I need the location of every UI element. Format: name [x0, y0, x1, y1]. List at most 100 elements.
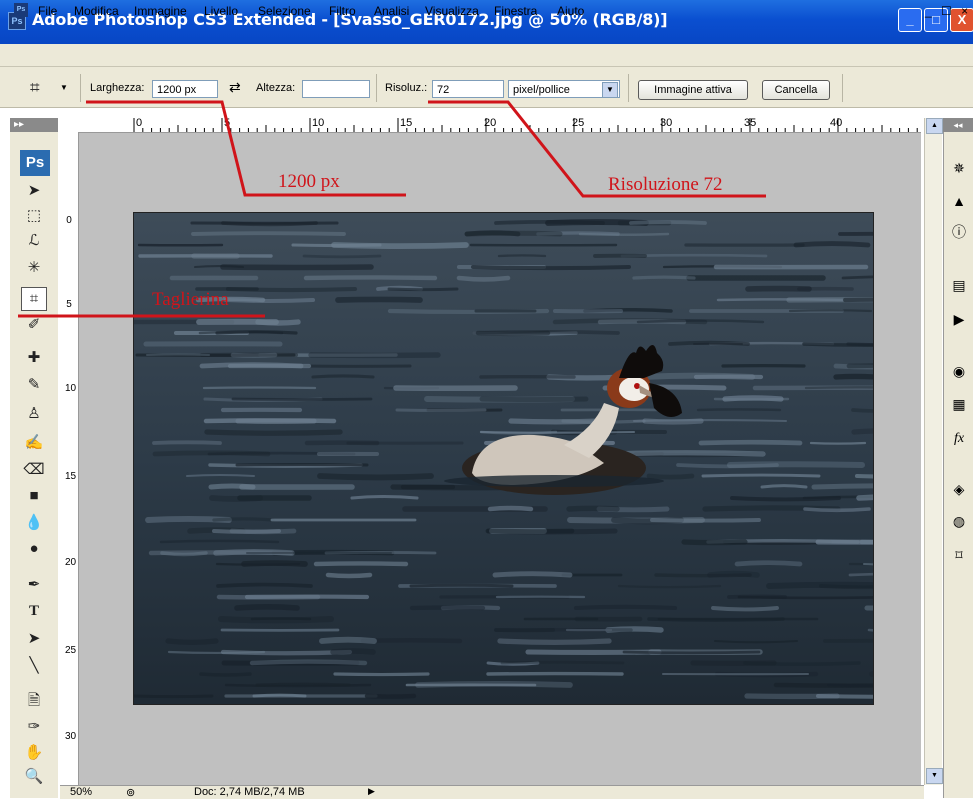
- grebe-photo[interactable]: [133, 212, 874, 705]
- water-ripple: [474, 332, 618, 333]
- water-ripple: [502, 662, 623, 663]
- water-ripple: [204, 388, 315, 389]
- resolution-unit-select[interactable]: pixel/pollice ▼: [508, 80, 620, 98]
- pen-tool-icon[interactable]: ✒: [22, 574, 46, 596]
- clear-button[interactable]: Cancella: [762, 80, 830, 100]
- height-input[interactable]: [302, 80, 370, 98]
- type-tool-icon[interactable]: T: [22, 600, 46, 622]
- water-ripple: [187, 475, 254, 476]
- actions-icon[interactable]: ▶: [948, 308, 970, 330]
- ruler-label: 25: [65, 646, 73, 655]
- scroll-down-icon[interactable]: ▼: [926, 768, 943, 784]
- water-ripple: [304, 256, 380, 257]
- notes-tool-icon[interactable]: 🗎: [22, 690, 46, 712]
- resolution-unit-value: pixel/pollice: [513, 84, 570, 96]
- menu-file[interactable]: File: [38, 4, 57, 18]
- line-tool-icon[interactable]: ╲: [22, 655, 46, 677]
- eraser-tool-icon[interactable]: ⌫: [22, 459, 46, 481]
- resolution-input[interactable]: 72: [432, 80, 504, 98]
- zoom-tool-icon[interactable]: 🔍: [22, 766, 46, 788]
- water-ripple: [306, 277, 435, 278]
- history-brush-tool-icon[interactable]: ✍: [22, 432, 46, 454]
- dodge-tool-icon[interactable]: ●: [22, 538, 46, 560]
- zoom-level[interactable]: 50%: [70, 786, 92, 798]
- status-info-icon[interactable]: ⊚: [126, 786, 135, 799]
- water-ripple: [293, 245, 380, 246]
- marquee-tool-icon[interactable]: ⬚: [22, 205, 46, 227]
- water-and-bird-image: [134, 213, 873, 704]
- status-menu-arrow-icon[interactable]: ▶: [368, 786, 375, 797]
- layers-icon[interactable]: ◈: [948, 478, 970, 500]
- path-selection-tool-icon[interactable]: ➤: [22, 628, 46, 650]
- crop-tool-icon[interactable]: ⌗: [21, 287, 47, 311]
- menu-filtro[interactable]: Filtro: [329, 4, 356, 18]
- move-tool-icon[interactable]: ➤: [22, 180, 46, 202]
- width-input[interactable]: 1200 px: [152, 80, 218, 98]
- document-size: Doc: 2,74 MB/2,74 MB: [194, 786, 305, 798]
- menu-immagine[interactable]: Immagine: [134, 4, 187, 18]
- info-icon[interactable]: ⓘ: [948, 221, 970, 243]
- water-ripple: [473, 267, 629, 268]
- water-ripple: [649, 476, 692, 477]
- menu-selezione[interactable]: Selezione: [258, 4, 311, 18]
- preset-dropdown-arrow-icon[interactable]: ▼: [60, 83, 68, 92]
- water-ripple: [217, 332, 296, 333]
- chevron-down-icon[interactable]: ▼: [602, 82, 618, 98]
- vertical-scrollbar[interactable]: ▲ ▼: [924, 118, 942, 785]
- document-window-controls[interactable]: _ ☐ ×: [925, 4, 971, 18]
- magic-wand-tool-icon[interactable]: ✳: [22, 257, 46, 279]
- menu-visualizza[interactable]: Visualizza: [425, 4, 479, 18]
- water-ripple: [576, 607, 675, 608]
- water-ripple: [745, 663, 859, 664]
- panel-dock-header[interactable]: ◂◂: [943, 118, 973, 132]
- clone-stamp-tool-icon[interactable]: ♙: [22, 403, 46, 425]
- toolbox-header[interactable]: ▸▸: [10, 118, 58, 132]
- channels-icon[interactable]: ◍: [948, 510, 970, 532]
- document-icon[interactable]: Ps: [14, 3, 28, 17]
- water-ripple: [316, 563, 406, 564]
- water-ripple: [252, 662, 365, 663]
- water-ripple: [367, 696, 414, 697]
- swap-dimensions-icon[interactable]: ⇄: [229, 79, 241, 96]
- histogram-icon[interactable]: ▲: [948, 190, 970, 212]
- water-ripple: [154, 442, 220, 443]
- ruler-label: 35: [744, 118, 756, 129]
- resolution-label: Risoluz.:: [385, 82, 427, 94]
- eyedropper-tool-icon[interactable]: ✑: [22, 716, 46, 738]
- photoshop-badge-icon[interactable]: Ps: [20, 150, 50, 176]
- scroll-up-icon[interactable]: ▲: [926, 118, 943, 134]
- water-ripple: [223, 267, 371, 268]
- color-icon[interactable]: ◉: [948, 360, 970, 382]
- lasso-tool-icon[interactable]: ℒ: [22, 230, 46, 252]
- slice-tool-icon[interactable]: ✐: [22, 314, 46, 336]
- menu-modifica[interactable]: Modifica: [74, 4, 119, 18]
- blur-tool-icon[interactable]: 💧: [22, 512, 46, 534]
- water-ripple: [850, 574, 873, 576]
- navigator-icon[interactable]: ✵: [948, 157, 970, 179]
- water-ripple: [739, 597, 873, 598]
- gradient-tool-icon[interactable]: ■: [22, 485, 46, 507]
- water-ripple: [155, 453, 268, 454]
- brush-tool-icon[interactable]: ✎: [22, 374, 46, 396]
- water-ripple: [201, 674, 250, 675]
- water-ripple: [843, 277, 873, 278]
- history-icon[interactable]: ▤: [948, 274, 970, 296]
- menu-livello[interactable]: Livello: [204, 4, 238, 18]
- hand-tool-icon[interactable]: ✋: [22, 742, 46, 764]
- menu-analisi[interactable]: Analisi: [374, 4, 409, 18]
- healing-brush-tool-icon[interactable]: ✚: [22, 347, 46, 369]
- water-ripple: [821, 586, 873, 587]
- water-ripple: [580, 234, 668, 235]
- paths-icon[interactable]: ⌑: [948, 544, 970, 566]
- crop-tool-preset-icon[interactable]: ⌗: [30, 78, 40, 98]
- water-ripple: [864, 564, 873, 565]
- minimize-button[interactable]: _: [898, 8, 922, 32]
- menu-finestra[interactable]: Finestra: [494, 4, 537, 18]
- menu-aiuto[interactable]: Aiuto: [557, 4, 584, 18]
- water-ripple: [652, 520, 759, 521]
- water-ripple: [645, 421, 701, 422]
- styles-icon[interactable]: fx: [948, 428, 970, 450]
- active-image-button[interactable]: Immagine attiva: [638, 80, 748, 100]
- water-ripple: [490, 508, 531, 509]
- swatches-icon[interactable]: ▦: [948, 393, 970, 415]
